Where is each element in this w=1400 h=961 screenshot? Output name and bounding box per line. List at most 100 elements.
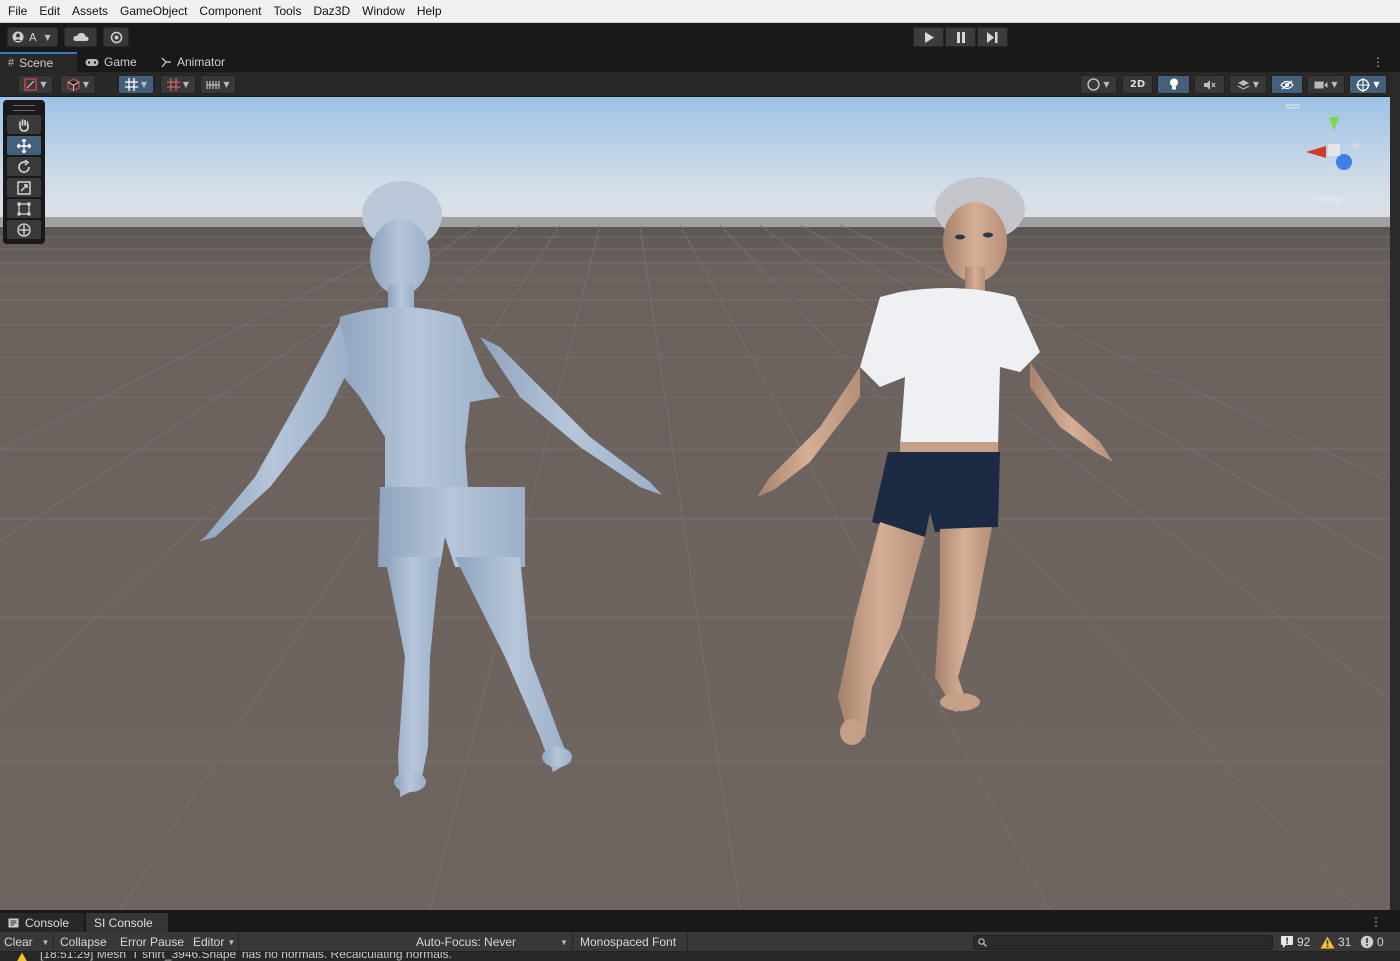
cube-icon (67, 78, 80, 91)
grid-toggle[interactable]: ▼ (118, 75, 154, 94)
menu-window[interactable]: Window (356, 0, 411, 23)
error-count-toggle[interactable]: 0 (1360, 932, 1384, 952)
scene-viewport[interactable] (0, 97, 1390, 910)
audio-toggle[interactable] (1194, 75, 1225, 94)
menu-component[interactable]: Component (193, 0, 267, 23)
clear-options-dropdown[interactable]: ▼ (38, 932, 54, 952)
effects-dropdown[interactable]: ▼ (1229, 75, 1267, 94)
scene-scrollbar[interactable] (1390, 72, 1400, 910)
warning-icon (17, 952, 27, 961)
tab-console[interactable]: Console (0, 913, 84, 932)
rotate-icon (18, 159, 30, 173)
menu-assets[interactable]: Assets (66, 0, 114, 23)
menu-bar: File Edit Assets GameObject Component To… (0, 0, 1400, 23)
cloud-button[interactable] (64, 27, 97, 47)
collapse-label: Collapse (60, 935, 107, 949)
camera-dropdown[interactable]: ▼ (1307, 75, 1345, 94)
editor-dropdown[interactable]: Editor ▼ (193, 932, 239, 952)
console-more-options-icon[interactable]: ⋮ (1370, 915, 1382, 929)
console-log-row[interactable]: [18:51:29] Mesh 'T shirt_3946.Shape' has… (0, 952, 1400, 961)
editor-label: Editor (193, 935, 225, 949)
increment-snap-dropdown[interactable]: ▼ (200, 75, 236, 94)
tab-si-console[interactable]: SI Console (86, 913, 168, 932)
rect-tool-button[interactable] (7, 199, 41, 218)
console-search-input[interactable] (973, 935, 1273, 950)
render-mode-dropdown[interactable]: ▼ (60, 75, 96, 94)
sphere-icon (1087, 78, 1101, 91)
play-button[interactable] (913, 27, 944, 47)
scene-render (0, 97, 1390, 910)
menu-edit[interactable]: Edit (33, 0, 66, 23)
2d-label: 2D (1129, 79, 1146, 90)
gizmos-dropdown[interactable]: ▼ (1349, 75, 1387, 94)
more-options-icon[interactable]: ⋮ (1372, 55, 1384, 69)
2d-toggle[interactable]: 2D (1122, 75, 1153, 94)
transform-tool-button[interactable] (7, 220, 41, 239)
gamepad-icon (85, 58, 99, 66)
console-log-message: [18:51:29] Mesh 'T shirt_3946.Shape' has… (40, 952, 452, 961)
console-tab-strip: Console SI Console ⋮ (0, 910, 1400, 932)
warning-icon (1320, 936, 1335, 948)
shading-mode-dropdown[interactable]: ▼ (1080, 75, 1117, 94)
camera-icon (1314, 81, 1328, 88)
lightbulb-icon (1169, 78, 1178, 90)
gizmo-icon (1356, 77, 1371, 92)
scale-icon (17, 180, 31, 195)
transform-icon (17, 222, 31, 237)
scene-grid-icon: # (8, 57, 15, 69)
tab-scene[interactable]: # Scene (0, 52, 77, 72)
pause-button[interactable] (945, 27, 976, 47)
hand-icon (19, 118, 29, 132)
draw-mode-dropdown[interactable]: ▼ (18, 75, 53, 94)
info-count: 92 (1297, 935, 1311, 949)
tab-game-label: Game (104, 55, 137, 69)
hand-tool-button[interactable] (7, 115, 41, 134)
account-dropdown[interactable]: A ▼ (7, 27, 58, 47)
info-count-toggle[interactable]: 92 (1280, 932, 1310, 952)
warning-count: 31 (1338, 935, 1352, 949)
warning-count-toggle[interactable]: 31 (1320, 932, 1351, 952)
tab-game[interactable]: Game (83, 52, 137, 72)
editor-tab-strip: # Scene Game Animator ⋮ (0, 52, 1400, 72)
menu-gameobject[interactable]: GameObject (114, 0, 193, 23)
tab-scene-label: Scene (19, 56, 54, 70)
palette-grip[interactable] (13, 105, 35, 111)
step-button[interactable] (977, 27, 1008, 47)
error-count: 0 (1377, 935, 1384, 949)
grid-icon (124, 78, 138, 91)
menu-tools[interactable]: Tools (267, 0, 307, 23)
gizmo-z-axis[interactable] (1336, 154, 1352, 170)
projection-label[interactable]: Persp (1313, 193, 1342, 205)
autofocus-dropdown[interactable]: Auto-Focus: Never ▼ (413, 932, 573, 952)
snap-grid-icon (166, 78, 180, 91)
clear-label: Clear (4, 935, 33, 949)
chevron-down-icon: ▼ (560, 937, 568, 947)
eye-hidden-icon (1280, 79, 1294, 90)
playback-controls (913, 27, 1009, 47)
tab-animator[interactable]: Animator (161, 52, 225, 72)
autofocus-label: Auto-Focus: Never (416, 935, 517, 949)
ground-plane (0, 217, 1390, 910)
menu-file[interactable]: File (2, 0, 33, 23)
scale-tool-button[interactable] (7, 178, 41, 197)
tab-animator-label: Animator (177, 55, 226, 69)
hidden-objects-toggle[interactable] (1271, 75, 1303, 94)
animator-icon (161, 57, 171, 67)
snap-toggle[interactable]: ▼ (160, 75, 196, 94)
menu-daz3d[interactable]: Daz3D (307, 0, 356, 23)
info-icon (1281, 936, 1293, 948)
error-pause-toggle[interactable]: Error Pause (120, 932, 184, 952)
rotate-tool-button[interactable] (7, 157, 41, 176)
monospaced-font-toggle[interactable]: Monospaced Font (576, 932, 688, 952)
collapse-toggle[interactable]: Collapse (60, 932, 107, 952)
tab-si-console-label: SI Console (94, 915, 153, 930)
account-label: A (29, 30, 37, 44)
pause-icon (956, 31, 965, 43)
lighting-toggle[interactable] (1157, 75, 1190, 94)
clear-button[interactable]: Clear (4, 932, 33, 952)
collab-button[interactable] (103, 27, 129, 47)
menu-help[interactable]: Help (411, 0, 448, 23)
move-tool-button[interactable] (7, 136, 41, 155)
draw-mode-icon (24, 78, 38, 91)
play-icon (924, 31, 934, 43)
